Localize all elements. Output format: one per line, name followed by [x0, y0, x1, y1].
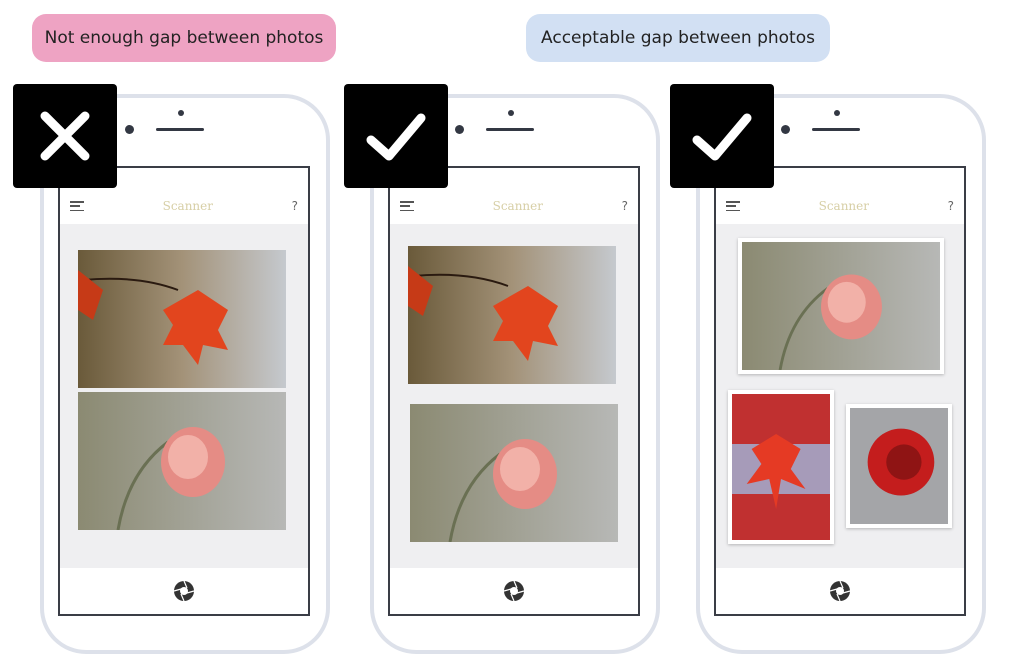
speaker-grille [812, 128, 860, 131]
hamburger-menu-icon[interactable] [70, 201, 84, 211]
acceptable-gap-label: Acceptable gap between photos [526, 14, 830, 62]
phone-screen: Scanner ? [388, 166, 640, 616]
app-title: Scanner [162, 199, 213, 213]
photo-frosted-rosebud[interactable] [410, 404, 618, 542]
speaker-grille [156, 128, 204, 131]
photo-area [390, 224, 638, 570]
help-button[interactable]: ? [948, 199, 954, 213]
front-sensor [178, 110, 184, 116]
photo-maple-leaf-raindrops[interactable] [408, 246, 616, 384]
hamburger-menu-icon[interactable] [726, 201, 740, 211]
app-title: Scanner [818, 199, 869, 213]
front-camera [125, 125, 134, 134]
help-button[interactable]: ? [622, 199, 628, 213]
photo-maple-leaf-raindrops[interactable] [78, 250, 286, 388]
speaker-grille [486, 128, 534, 131]
bottom-bar [60, 568, 308, 614]
shutter-icon[interactable] [503, 580, 525, 602]
photo-area [60, 224, 308, 570]
phone-screen: Scanner ? [714, 166, 966, 616]
shutter-icon[interactable] [173, 580, 195, 602]
not-enough-gap-label: Not enough gap between photos [32, 14, 336, 62]
front-sensor [834, 110, 840, 116]
photo-red-rose[interactable] [846, 404, 952, 528]
check-icon [344, 84, 448, 188]
photo-red-maple-leaf[interactable] [728, 390, 834, 544]
check-icon [670, 84, 774, 188]
x-icon [13, 84, 117, 188]
bottom-bar [390, 568, 638, 614]
bottom-bar [716, 568, 964, 614]
front-camera [781, 125, 790, 134]
help-button[interactable]: ? [292, 199, 298, 213]
photo-area [716, 224, 964, 570]
hamburger-menu-icon[interactable] [400, 201, 414, 211]
photo-frosted-rosebud[interactable] [738, 238, 944, 374]
front-sensor [508, 110, 514, 116]
shutter-icon[interactable] [829, 580, 851, 602]
app-title: Scanner [492, 199, 543, 213]
photo-frosted-rosebud[interactable] [78, 392, 286, 530]
front-camera [455, 125, 464, 134]
phone-screen: Scanner ? [58, 166, 310, 616]
